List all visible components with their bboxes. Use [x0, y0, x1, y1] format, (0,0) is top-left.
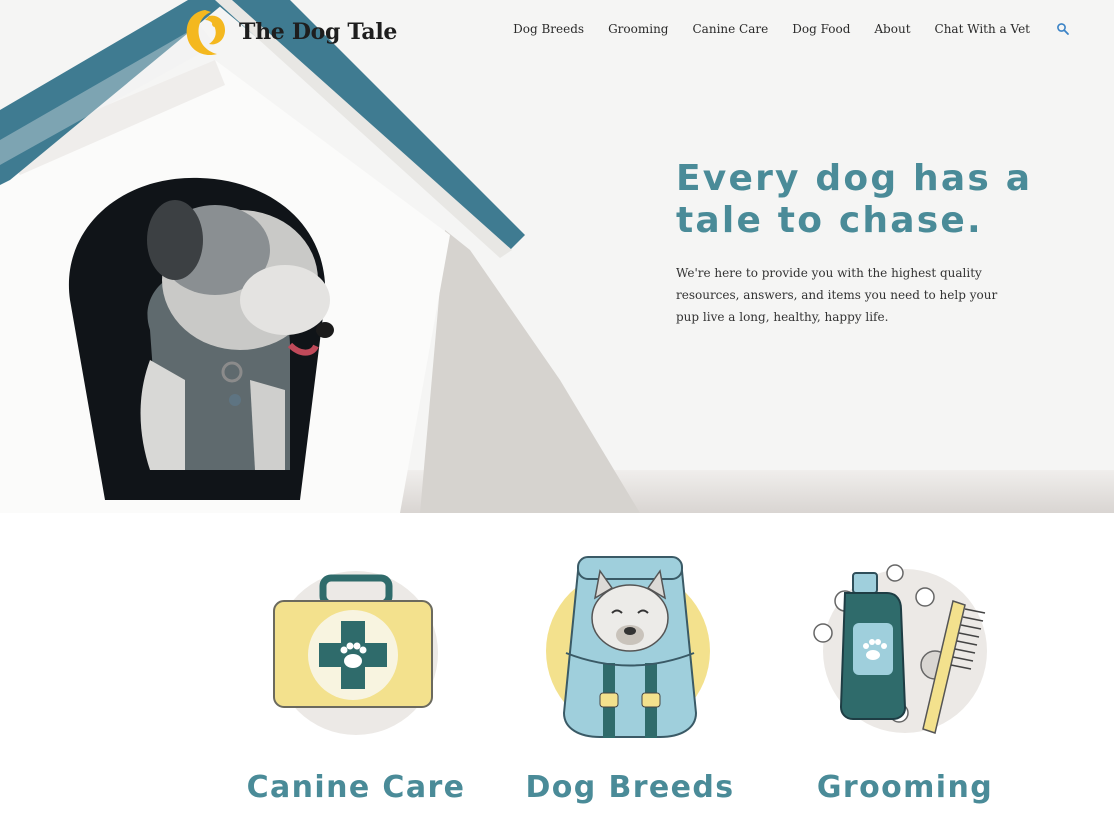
- nav-item-grooming[interactable]: Grooming: [608, 22, 668, 36]
- category-title-canine-care: Canine Care: [246, 770, 466, 805]
- nav-item-dog-food[interactable]: Dog Food: [792, 22, 850, 36]
- category-card-grooming[interactable]: Grooming: [775, 513, 1035, 818]
- nav-item-chat-with-a-vet[interactable]: Chat With a Vet: [935, 22, 1030, 36]
- first-aid-kit-icon: [273, 571, 438, 735]
- category-title-dog-breeds: Dog Breeds: [525, 770, 735, 805]
- search-icon[interactable]: [1056, 22, 1070, 36]
- category-card-canine-care[interactable]: Canine Care: [226, 513, 486, 818]
- dog-backpack-icon: [546, 556, 710, 738]
- hero-copy: Every dog has a tale to chase. We're her…: [676, 158, 1036, 328]
- nav-item-canine-care[interactable]: Canine Care: [693, 22, 769, 36]
- category-card-dog-breeds[interactable]: Dog Breeds: [500, 513, 760, 818]
- category-cards: Canine Care Dog Breeds Grooming: [0, 513, 1114, 818]
- main-nav: Dog Breeds Grooming Canine Care Dog Food…: [489, 22, 1070, 36]
- category-title-grooming: Grooming: [816, 770, 994, 805]
- site-logo[interactable]: The Dog Tale: [183, 6, 397, 58]
- site-header: The Dog Tale Dog Breeds Grooming Canine …: [0, 0, 1114, 64]
- hero-section: The Dog Tale Dog Breeds Grooming Canine …: [0, 0, 1114, 513]
- hero-title: Every dog has a tale to chase.: [676, 158, 1033, 241]
- nav-item-about[interactable]: About: [874, 22, 910, 36]
- logo-mark-icon: [186, 10, 225, 56]
- site-logo-text: The Dog Tale: [239, 19, 398, 45]
- hero-description: We're here to provide you with the highe…: [676, 266, 998, 324]
- nav-item-dog-breeds[interactable]: Dog Breeds: [513, 22, 584, 36]
- shampoo-brush-icon: [813, 564, 987, 734]
